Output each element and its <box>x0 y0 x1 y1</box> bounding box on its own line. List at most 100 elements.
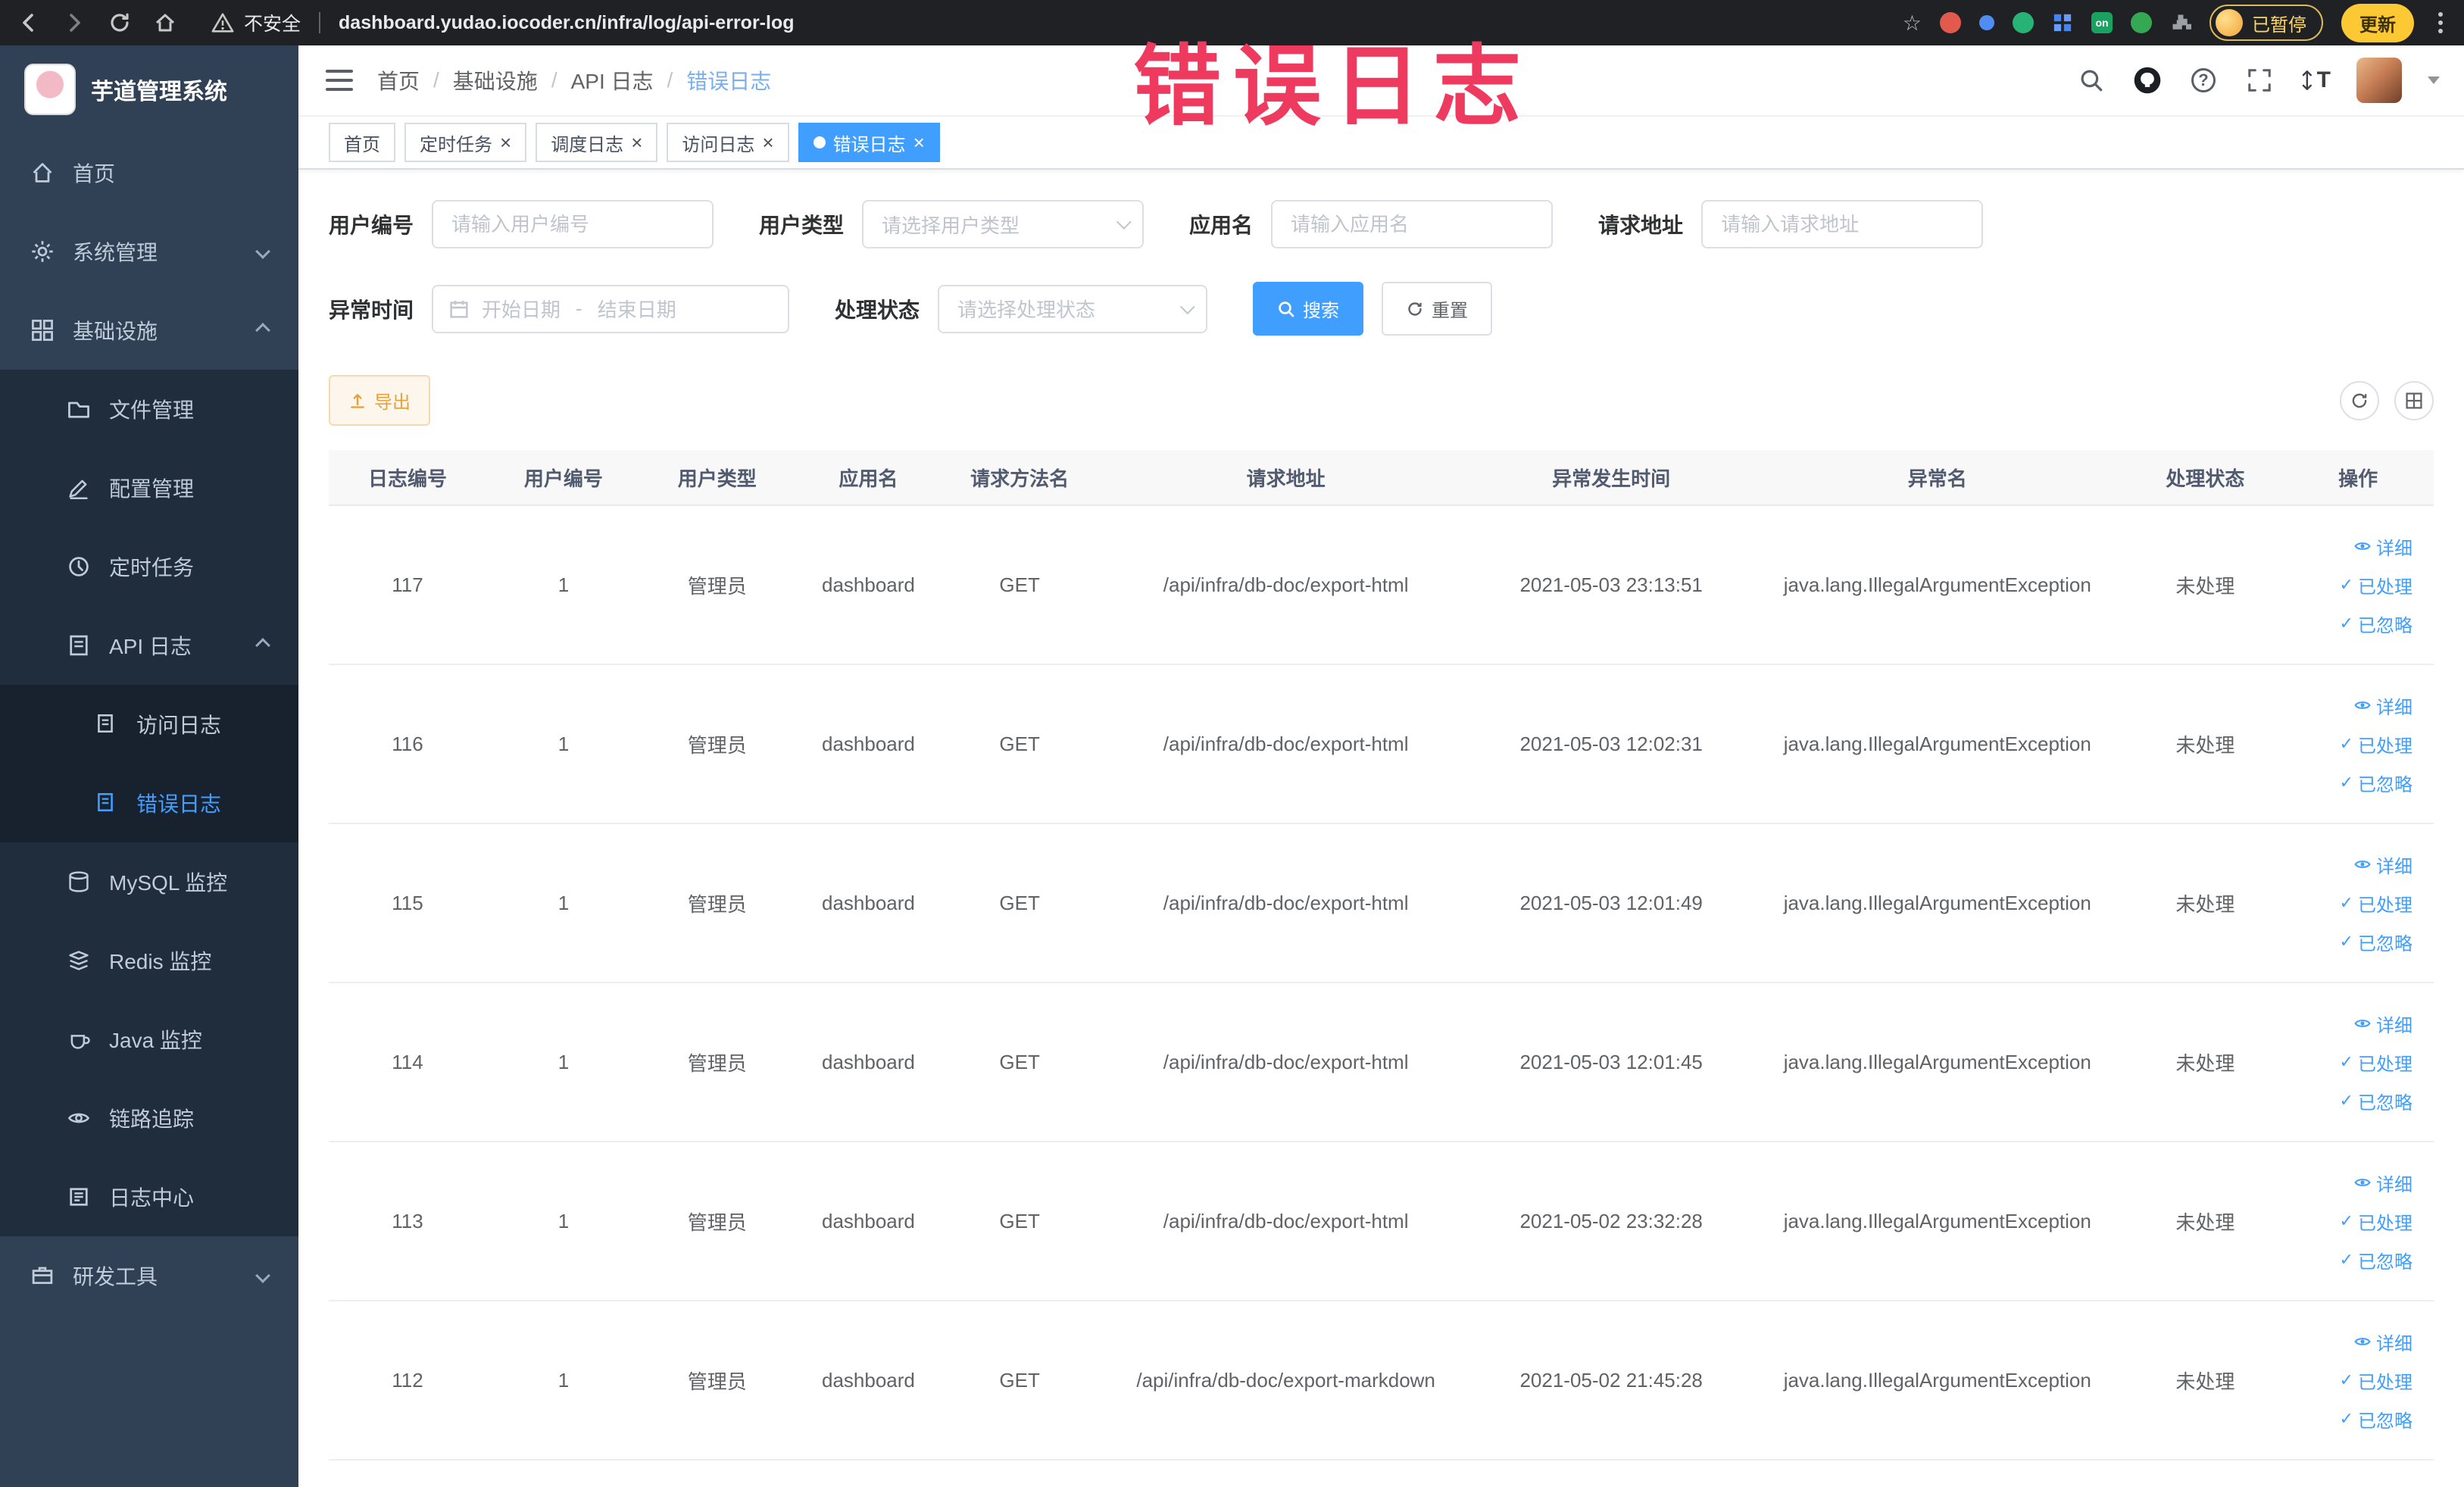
export-icon <box>348 392 367 410</box>
cell-app: dashboard <box>821 891 915 914</box>
bookmark-star-icon[interactable]: ☆ <box>1903 11 1922 36</box>
sidebar: 芋道管理系统 首页 系统管理 基础设施 文件管理 配置管理 定时任务 API 日… <box>0 45 298 1487</box>
cell-user-id: 1 <box>557 1050 570 1073</box>
sidebar-item-redis-monitor[interactable]: Redis 监控 <box>0 921 298 1000</box>
tab-access-log[interactable]: 访问日志 × <box>667 123 789 162</box>
refresh-icon <box>1406 300 1424 318</box>
sidebar-item-scheduled-tasks[interactable]: 定时任务 <box>0 527 298 606</box>
export-button[interactable]: 导出 <box>329 375 430 426</box>
action-mark-processed[interactable]: ✓ 已处理 <box>2340 1367 2412 1394</box>
extension-icon-on[interactable]: on <box>2091 12 2113 33</box>
user-type-select[interactable]: 请选择用户类型 <box>862 200 1145 248</box>
fullscreen-icon[interactable] <box>2244 65 2275 95</box>
action-mark-processed[interactable]: ✓ 已处理 <box>2340 890 2412 917</box>
action-mark-processed[interactable]: ✓ 已处理 <box>2340 731 2412 758</box>
extension-icon-red[interactable] <box>1940 12 1961 33</box>
user-id-input[interactable] <box>432 200 714 248</box>
action-mark-ignored[interactable]: ✓ 已忽略 <box>2340 611 2412 637</box>
breadcrumb-item[interactable]: 首页 <box>377 65 420 95</box>
action-detail[interactable]: 详细 <box>2353 1011 2412 1037</box>
action-mark-ignored[interactable]: ✓ 已忽略 <box>2340 1088 2412 1114</box>
action-mark-ignored[interactable]: ✓ 已忽略 <box>2340 770 2412 796</box>
sidebar-toggle-icon[interactable] <box>326 70 353 91</box>
profile-paused-badge[interactable]: 已暂停 <box>2209 5 2323 41</box>
cell-app: dashboard <box>821 1368 915 1392</box>
column-settings-button[interactable] <box>2394 380 2434 420</box>
cell-user-type: 管理员 <box>687 574 747 598</box>
date-start-placeholder: 开始日期 <box>482 298 561 321</box>
action-mark-processed[interactable]: ✓ 已处理 <box>2340 572 2412 598</box>
breadcrumb-item[interactable]: 基础设施 <box>453 65 538 95</box>
process-status-select[interactable]: 请选择处理状态 <box>938 284 1208 333</box>
breadcrumb-item[interactable]: API 日志 <box>571 65 654 95</box>
security-label[interactable]: 不安全 <box>244 9 301 36</box>
check-icon: ✓ <box>2339 614 2353 633</box>
sidebar-item-trace[interactable]: 链路追踪 <box>0 1079 298 1157</box>
help-icon[interactable]: ? <box>2188 65 2219 95</box>
reset-button[interactable]: 重置 <box>1382 282 1493 336</box>
github-icon[interactable] <box>2132 65 2163 95</box>
extension-icon-grid[interactable] <box>2052 12 2073 33</box>
sidebar-item-error-log[interactable]: 错误日志 <box>0 764 298 842</box>
action-detail[interactable]: 详细 <box>2353 692 2412 719</box>
action-detail[interactable]: 详细 <box>2353 1329 2412 1355</box>
action-detail[interactable]: 详细 <box>2353 1170 2412 1196</box>
close-icon[interactable]: × <box>762 133 773 152</box>
chevron-up-icon <box>255 323 270 338</box>
close-icon[interactable]: × <box>631 133 642 152</box>
sidebar-item-access-log[interactable]: 访问日志 <box>0 685 298 764</box>
search-icon[interactable] <box>2076 65 2106 95</box>
tab-scheduled-tasks[interactable]: 定时任务 × <box>404 123 527 162</box>
sidebar-item-mysql-monitor[interactable]: MySQL 监控 <box>0 842 298 921</box>
sidebar-item-file-management[interactable]: 文件管理 <box>0 370 298 448</box>
sidebar-item-log-center[interactable]: 日志中心 <box>0 1157 298 1236</box>
update-button[interactable]: 更新 <box>2341 3 2414 42</box>
sidebar-item-api-logs[interactable]: API 日志 <box>0 606 298 685</box>
sidebar-item-infrastructure[interactable]: 基础设施 <box>0 291 298 370</box>
avatar-caret-icon[interactable] <box>2428 77 2440 84</box>
action-detail[interactable]: 详细 <box>2353 533 2412 560</box>
user-avatar[interactable] <box>2356 58 2402 103</box>
app-logo[interactable]: 芋道管理系统 <box>0 45 298 133</box>
extension-icon-blue[interactable] <box>1979 15 1994 30</box>
browser-home-icon[interactable] <box>151 9 179 36</box>
app-name-input[interactable] <box>1271 200 1554 248</box>
table-row: 117 1 管理员 dashboard GET /api/infra/db-do… <box>329 506 2434 665</box>
sidebar-item-home[interactable]: 首页 <box>0 133 298 212</box>
reload-icon[interactable] <box>106 9 133 36</box>
font-size-icon[interactable]: T <box>2300 65 2331 95</box>
close-icon[interactable]: × <box>500 133 511 152</box>
cell-url: /api/infra/db-doc/export-html <box>1163 1209 1409 1232</box>
action-mark-processed[interactable]: ✓ 已处理 <box>2340 1049 2412 1076</box>
action-detail[interactable]: 详细 <box>2353 851 2412 878</box>
sidebar-item-java-monitor[interactable]: Java 监控 <box>0 1000 298 1079</box>
extension-icon-green[interactable] <box>2013 12 2034 33</box>
action-mark-ignored[interactable]: ✓ 已忽略 <box>2340 1406 2412 1432</box>
refresh-table-button[interactable] <box>2340 380 2379 420</box>
exception-time-range-input[interactable]: 开始日期 - 结束日期 <box>432 284 790 333</box>
cell-user-id: 1 <box>557 891 570 914</box>
close-icon[interactable]: × <box>913 133 925 152</box>
forward-icon[interactable] <box>61 9 88 36</box>
cell-user-type: 管理员 <box>687 892 747 916</box>
tab-schedule-log[interactable]: 调度日志 × <box>536 123 658 162</box>
tab-error-log[interactable]: 错误日志 × <box>798 123 940 162</box>
sidebar-item-config-management[interactable]: 配置管理 <box>0 448 298 527</box>
action-mark-ignored[interactable]: ✓ 已忽略 <box>2340 1247 2412 1273</box>
filter-process-status: 处理状态 请选择处理状态 <box>835 284 1208 333</box>
browser-menu-icon[interactable] <box>2432 9 2449 36</box>
request-url-input[interactable] <box>1701 200 1984 248</box>
back-icon[interactable] <box>15 9 42 36</box>
sidebar-item-system-management[interactable]: 系统管理 <box>0 212 298 291</box>
breadcrumb-separator: / <box>551 68 557 92</box>
action-mark-processed[interactable]: ✓ 已处理 <box>2340 1208 2412 1235</box>
extension-icon-leaf[interactable] <box>2131 12 2152 33</box>
sidebar-item-dev-tools[interactable]: 研发工具 <box>0 1236 298 1315</box>
search-button[interactable]: 搜索 <box>1253 282 1364 336</box>
action-mark-ignored[interactable]: ✓ 已忽略 <box>2340 929 2412 955</box>
tab-home[interactable]: 首页 <box>329 123 395 162</box>
url-text[interactable]: dashboard.yudao.iocoder.cn/infra/log/api… <box>339 12 794 34</box>
extension-icon-puzzle[interactable] <box>2170 12 2191 33</box>
request-url-label: 请求地址 <box>1598 214 1684 237</box>
breadcrumb-item-current: 错误日志 <box>686 70 772 93</box>
